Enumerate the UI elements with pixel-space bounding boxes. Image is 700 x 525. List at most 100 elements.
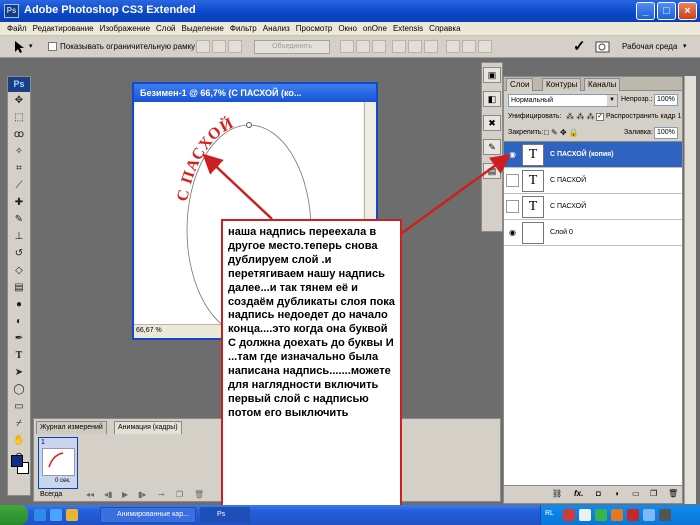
tool-preset-dropdown-icon[interactable]: ▾	[29, 42, 33, 50]
blend-mode-select[interactable]: Нормальный ▼	[508, 94, 618, 107]
tray-icon[interactable]	[611, 509, 623, 521]
trash-icon[interactable]: 🗑	[668, 489, 678, 498]
layer-name[interactable]: С ПАСХОЙ	[550, 203, 586, 210]
tray-icon[interactable]	[643, 509, 655, 521]
foreground-color-swatch[interactable]	[11, 455, 23, 467]
eye-icon[interactable]: ◉	[507, 150, 518, 159]
history-panel-icon[interactable]: ◧	[483, 91, 501, 107]
clone-stamp-tool-icon[interactable]: ⊥	[8, 228, 30, 245]
hand-tool-icon[interactable]: ✋	[8, 432, 30, 449]
maximize-button[interactable]: □	[657, 2, 676, 20]
menu-image[interactable]: Изображение	[97, 22, 153, 35]
fill-input[interactable]: 100%	[654, 127, 678, 139]
align-top-icon[interactable]	[196, 40, 210, 53]
menu-filter[interactable]: Фильтр	[227, 22, 260, 35]
workspace-label[interactable]: Рабочая среда	[622, 42, 677, 51]
lock-icons[interactable]: □ ✎ ✥ 🔒	[544, 128, 579, 137]
gradient-tool-icon[interactable]: ▤	[8, 279, 30, 296]
distribute-left-icon[interactable]	[392, 40, 406, 53]
next-frame-icon[interactable]: ▮▸	[138, 490, 146, 499]
auto-blend-icon[interactable]	[462, 40, 476, 53]
brushes-panel-icon[interactable]: ✎	[483, 139, 501, 155]
bridge-icon[interactable]	[594, 39, 612, 55]
delete-frame-icon[interactable]: 🗑	[194, 490, 204, 499]
layer-row[interactable]: T С ПАСХОЙ	[504, 194, 682, 220]
menu-view[interactable]: Просмотр	[293, 22, 336, 35]
play-icon[interactable]: ▶	[122, 490, 128, 499]
language-indicator[interactable]: RL	[545, 510, 554, 517]
marquee-tool-icon[interactable]: ⬚	[8, 109, 30, 126]
type-tool-icon[interactable]: T	[8, 347, 30, 364]
tray-icon[interactable]	[595, 509, 607, 521]
adjustment-layer-icon[interactable]: ◑	[614, 489, 619, 498]
layer-row[interactable]: T С ПАСХОЙ	[504, 168, 682, 194]
commit-check-icon[interactable]: ✓	[573, 37, 586, 55]
document-title[interactable]: Безимен-1 @ 66,7% (С ПАСХОЙ (ко...	[134, 84, 376, 102]
crop-tool-icon[interactable]: ⌗	[8, 160, 30, 177]
loop-select[interactable]: Всегда	[40, 491, 62, 498]
internet-explorer-icon[interactable]	[50, 509, 62, 521]
frame-delay[interactable]: 0 сек.	[55, 478, 71, 484]
distribute-middle-icon[interactable]	[356, 40, 370, 53]
tween-icon[interactable]: ⊸	[158, 490, 165, 499]
start-button[interactable]	[0, 505, 28, 525]
eyedropper-tool-icon[interactable]: ⌿	[8, 415, 30, 432]
arrange-icon[interactable]	[478, 40, 492, 53]
fx-icon[interactable]: fx.	[574, 489, 583, 498]
visibility-toggle[interactable]	[506, 200, 519, 213]
healing-brush-tool-icon[interactable]: ✚	[8, 194, 30, 211]
menu-select[interactable]: Выделение	[178, 22, 226, 35]
info-panel-icon[interactable]: ▤	[483, 163, 501, 179]
mask-icon[interactable]: ◘	[596, 489, 601, 498]
tab-animation-frames[interactable]: Анимация (кадры)	[114, 421, 182, 434]
layer-row[interactable]: ◉ Слой 0	[504, 220, 682, 246]
unify-icons[interactable]: ⁂ ⁂ ⁂	[566, 112, 594, 121]
folder-icon[interactable]	[66, 509, 78, 521]
merge-button[interactable]: Объединить	[254, 40, 330, 54]
magic-wand-tool-icon[interactable]: ✧	[8, 143, 30, 160]
menu-edit[interactable]: Редактирование	[30, 22, 97, 35]
tools-panel-icon[interactable]: ✖	[483, 115, 501, 131]
link-layers-icon[interactable]: ⛓	[552, 489, 562, 498]
tray-icon[interactable]	[627, 509, 639, 521]
minimize-button[interactable]: _	[636, 2, 655, 20]
first-frame-icon[interactable]: ◂◂	[86, 490, 94, 499]
tab-paths[interactable]: Контуры	[542, 78, 582, 91]
new-group-icon[interactable]: ▭	[632, 489, 640, 498]
auto-align-icon[interactable]	[446, 40, 460, 53]
workspace-dropdown-icon[interactable]: ▾	[683, 42, 687, 50]
panel-scrollbar[interactable]	[684, 76, 696, 504]
distribute-top-icon[interactable]	[340, 40, 354, 53]
menu-file[interactable]: Файл	[4, 22, 30, 35]
taskbar-item-browser[interactable]: Анимированные кар...	[100, 507, 196, 523]
path-selection-tool-icon[interactable]: ➤	[8, 364, 30, 381]
pen-tool-icon[interactable]: ✒	[8, 330, 30, 347]
align-middle-icon[interactable]	[212, 40, 226, 53]
show-bounds-checkbox[interactable]	[48, 42, 57, 51]
tray-icon[interactable]	[579, 509, 591, 521]
opacity-input[interactable]: 100%	[654, 94, 678, 106]
eye-icon[interactable]: ◉	[507, 228, 518, 237]
dodge-tool-icon[interactable]: ◐	[8, 313, 30, 330]
menu-window[interactable]: Окно	[335, 22, 360, 35]
brush-tool-icon[interactable]: ✎	[8, 211, 30, 228]
new-layer-icon[interactable]: ❐	[650, 489, 657, 498]
tray-icon[interactable]	[659, 509, 671, 521]
close-button[interactable]: ×	[678, 2, 697, 20]
taskbar-item-photoshop[interactable]: Ps	[200, 507, 250, 523]
navigator-panel-icon[interactable]: ▣	[483, 67, 501, 83]
move-tool-icon[interactable]: ✥	[8, 92, 30, 109]
blur-tool-icon[interactable]: ●	[8, 296, 30, 313]
slice-tool-icon[interactable]: ⟋	[8, 177, 30, 194]
shape-tool-icon[interactable]: ◯	[8, 381, 30, 398]
distribute-center-icon[interactable]	[408, 40, 422, 53]
tab-channels[interactable]: Каналы	[584, 78, 621, 91]
desktop-icon[interactable]	[34, 509, 46, 521]
notes-tool-icon[interactable]: ▭	[8, 398, 30, 415]
layer-row[interactable]: ◉ T С ПАСХОЙ (копия)	[504, 142, 682, 168]
animation-frame[interactable]: 1 0 сек.	[38, 437, 78, 489]
zoom-level[interactable]: 66,67 %	[136, 327, 162, 334]
previous-frame-icon[interactable]: ◂▮	[104, 490, 112, 499]
duplicate-frame-icon[interactable]: ❐	[176, 490, 183, 499]
menu-analysis[interactable]: Анализ	[260, 22, 293, 35]
